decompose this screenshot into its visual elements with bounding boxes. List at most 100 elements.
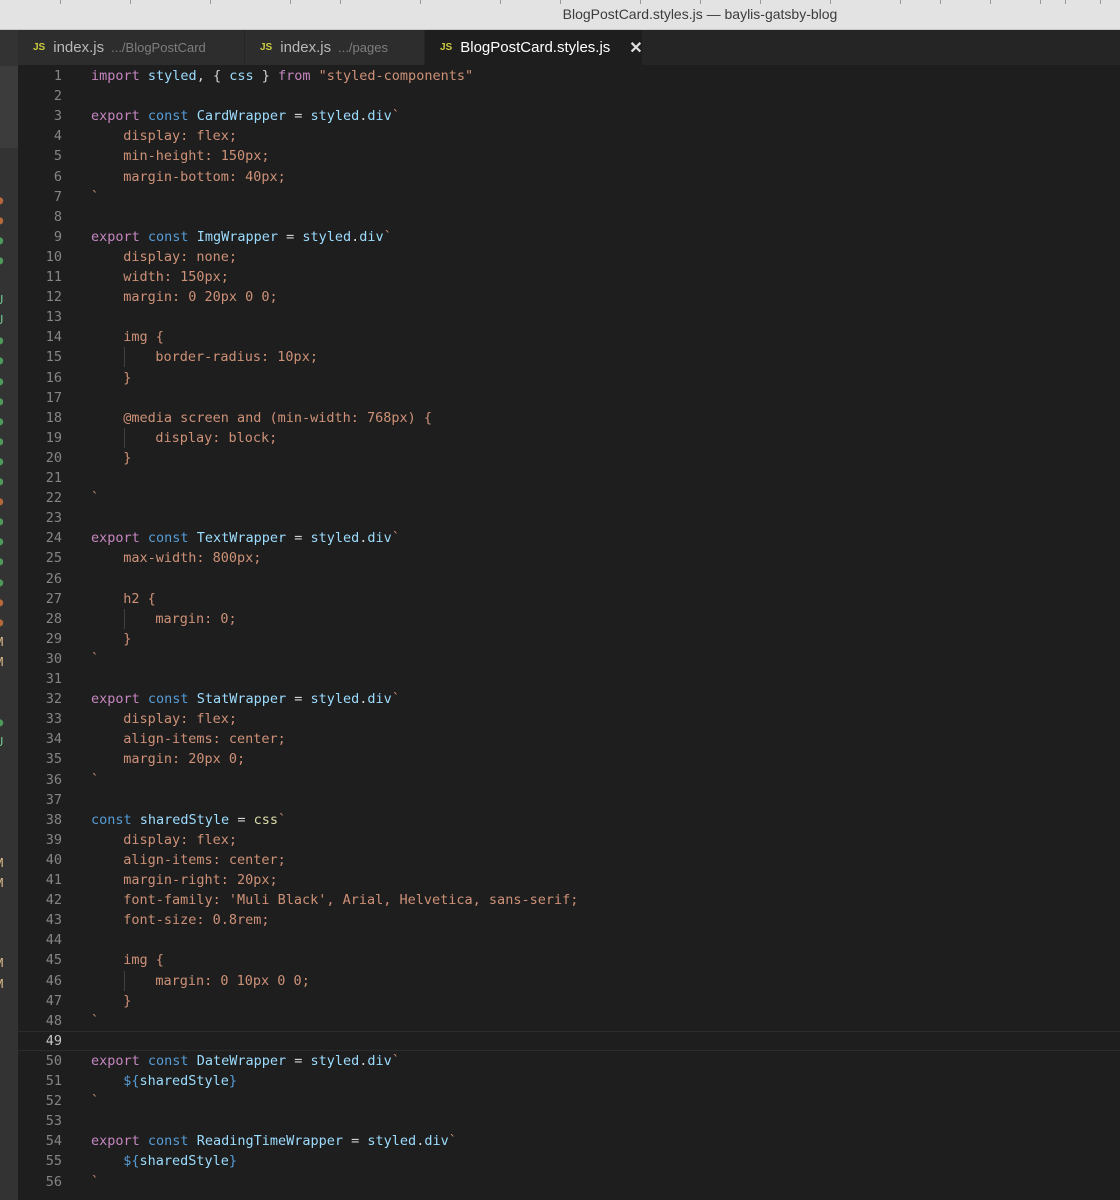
code-line[interactable]: 32 export const StatWrapper = styled.div` [18, 689, 1120, 709]
line-number: 18 [45, 409, 62, 426]
code-line[interactable]: 4 display: flex; [18, 126, 1120, 146]
code-line[interactable]: 5 min-height: 150px; [18, 146, 1120, 166]
code-line[interactable]: 12 margin: 0 20px 0 0; [18, 287, 1120, 307]
code-line[interactable]: 33 display: flex; [18, 709, 1120, 729]
code-line[interactable]: 21 [18, 468, 1120, 488]
code-line[interactable]: 37 [18, 790, 1120, 810]
code-line[interactable]: 15 border-radius: 10px; [18, 347, 1120, 368]
code-line[interactable]: 47} [18, 991, 1120, 1011]
code-line[interactable]: 2 [18, 86, 1120, 106]
code-line[interactable]: 23 [18, 508, 1120, 528]
code-line[interactable]: 43 font-size: 0.8rem; [18, 910, 1120, 930]
line-number: 37 [45, 791, 62, 808]
code-line[interactable]: 26 [18, 569, 1120, 589]
code-line[interactable]: 53 [18, 1111, 1120, 1131]
close-icon[interactable]: ✕ [629, 38, 642, 58]
code-text: ` [91, 187, 99, 207]
code-line[interactable]: 22 ` [18, 488, 1120, 508]
line-number: 55 [45, 1153, 62, 1170]
code-line[interactable]: 30 ` [18, 649, 1120, 669]
line-number: 24 [45, 530, 62, 547]
line-number: 16 [45, 369, 62, 386]
code-line[interactable]: 51 ${sharedStyle} [18, 1071, 1120, 1091]
code-token: ` [91, 490, 100, 507]
line-number: 30 [45, 650, 62, 667]
code-line[interactable]: 56 ` [18, 1172, 1120, 1192]
line-number: 41 [45, 872, 62, 888]
code-line[interactable]: 18 @media screen and (min-width: 768px) { [18, 408, 1120, 428]
git-status-marker: ● [0, 190, 14, 210]
code-line[interactable]: 6 margin-bottom: 40px; [18, 167, 1120, 187]
code-line[interactable]: 17 [18, 388, 1120, 408]
code-token: max-width: 800px; [123, 550, 262, 567]
line-number: 5 [53, 148, 62, 165]
line-number: 17 [45, 389, 62, 406]
code-text: ${sharedStyle} [123, 1071, 237, 1091]
code-line[interactable]: 3 export const CardWrapper = styled.div` [18, 106, 1120, 126]
code-line[interactable]: 16} [18, 368, 1120, 388]
code-text: display: flex; [123, 709, 237, 729]
code-line[interactable]: 44 [18, 930, 1120, 950]
tab-index-js-blogpostcard[interactable]: JS index.js .../BlogPostCard [18, 30, 245, 65]
code-token: @media screen and (min-width: 768px) { [123, 409, 433, 426]
git-status-marker: M [0, 652, 14, 672]
code-line[interactable]: 38 const sharedStyle = css` [18, 810, 1120, 830]
code-token: export [91, 1052, 140, 1069]
code-text: export const StatWrapper = styled.div` [91, 689, 400, 709]
code-line[interactable]: 24 export const TextWrapper = styled.div` [18, 528, 1120, 548]
code-line[interactable]: 9 export const ImgWrapper = styled.div` [18, 227, 1120, 247]
tab-index-js-pages[interactable]: JS index.js .../pages [245, 30, 425, 65]
code-token: export [91, 530, 140, 547]
code-line[interactable]: 35 margin: 20px 0; [18, 749, 1120, 769]
title-bar-tick [60, 0, 61, 4]
code-line[interactable]: 14 img { [18, 327, 1120, 347]
code-line[interactable]: 55 ${sharedStyle} [18, 1151, 1120, 1171]
code-token: const [147, 228, 189, 245]
code-line[interactable]: 46 margin: 0 10px 0 0; [18, 970, 1120, 991]
line-number: 13 [45, 309, 62, 326]
code-token: CardWrapper [196, 108, 287, 125]
code-line[interactable]: 42 font-family: 'Muli Black', Arial, Helv… [18, 890, 1120, 910]
code-token: const [147, 1052, 189, 1069]
git-status-marker: M [0, 953, 14, 973]
code-line[interactable]: 48 ` [18, 1011, 1120, 1031]
code-line[interactable]: 50 export const DateWrapper = styled.div` [18, 1051, 1120, 1071]
code-line[interactable]: 11 width: 150px; [18, 267, 1120, 287]
code-token: const [91, 811, 132, 828]
code-line[interactable]: 27 h2 { [18, 589, 1120, 609]
code-line[interactable]: 7 ` [18, 187, 1120, 207]
code-line[interactable]: 41 margin-right: 20px; [18, 870, 1120, 890]
code-line[interactable]: 39 display: flex; [18, 830, 1120, 850]
code-line[interactable]: 52 ` [18, 1091, 1120, 1111]
code-text: export const ReadingTimeWrapper = styled… [91, 1131, 457, 1151]
tab-blogpostcard-styles-js[interactable]: JS BlogPostCard.styles.js ✕ [425, 30, 643, 65]
git-status-marker: ● [0, 350, 14, 370]
code-line[interactable]: 31 [18, 669, 1120, 689]
code-token: ` [391, 108, 400, 125]
code-editor[interactable]: 1 import styled, { css } from "styled-com… [18, 65, 1120, 1200]
line-number: 42 [45, 892, 62, 909]
code-line[interactable]: 1 import styled, { css } from "styled-com… [18, 66, 1120, 86]
code-line[interactable]: 28 margin: 0; [18, 608, 1120, 629]
code-line[interactable]: 45 img { [18, 950, 1120, 970]
code-line[interactable]: 54 export const ReadingTimeWrapper = styl… [18, 1131, 1120, 1151]
code-line[interactable]: 19 display: block; [18, 427, 1120, 448]
code-line[interactable]: 13 [18, 307, 1120, 327]
code-line[interactable]: 34 align-items: center; [18, 729, 1120, 749]
code-line[interactable]: 29} [18, 629, 1120, 649]
code-token: styled [310, 530, 360, 547]
line-number: 50 [45, 1052, 62, 1069]
code-line[interactable]: 10 display: none; [18, 247, 1120, 267]
code-line[interactable]: 40 align-items: center; [18, 850, 1120, 870]
line-number: 15 [45, 349, 62, 366]
git-status-marker: ● [0, 551, 14, 571]
code-line[interactable]: 20} [18, 448, 1120, 468]
code-text: margin: 0 20px 0 0; [123, 287, 277, 307]
code-line[interactable]: 25 max-width: 800px; [18, 548, 1120, 568]
code-line[interactable]: 8 [18, 207, 1120, 227]
code-line[interactable]: 49 [18, 1030, 1120, 1051]
code-token: styled [310, 108, 360, 125]
code-line[interactable]: 36 ` [18, 770, 1120, 790]
